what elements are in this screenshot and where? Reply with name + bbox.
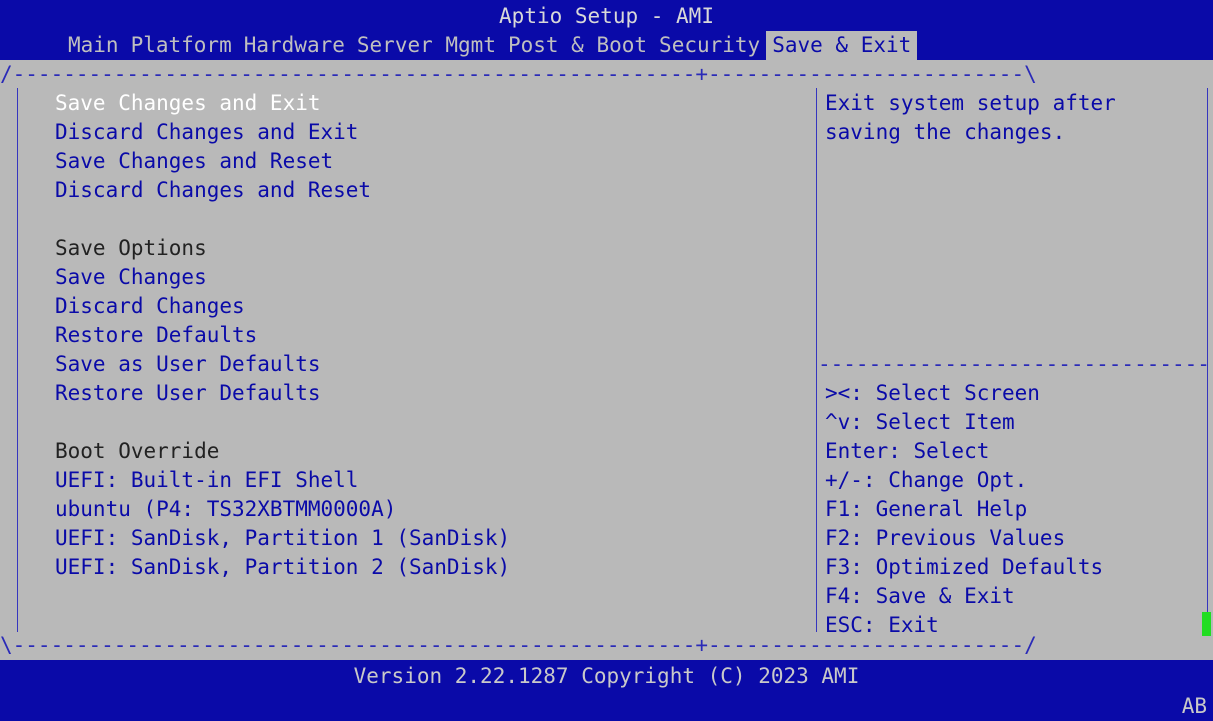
tab-post-boot[interactable]: Post & Boot <box>502 31 653 60</box>
tab-hardware[interactable]: Hardware <box>238 31 351 60</box>
menu-item-save-changes-and-reset[interactable]: Save Changes and Reset <box>55 147 795 176</box>
section-header-boot-override: Boot Override <box>55 439 220 463</box>
help-line: saving the changes. <box>825 120 1066 144</box>
menu-item-save-as-user-defaults[interactable]: Save as User Defaults <box>55 350 795 379</box>
menu-item-save-changes[interactable]: Save Changes <box>55 263 795 292</box>
boot-option-sandisk-partition-2[interactable]: UEFI: SanDisk, Partition 2 (SanDisk) <box>55 553 795 582</box>
section-header-save-options: Save Options <box>55 236 207 260</box>
key-hint-change-opt: +/-: Change Opt. <box>825 468 1028 492</box>
menu-item-restore-user-defaults[interactable]: Restore User Defaults <box>55 379 795 408</box>
boot-option-sandisk-partition-1[interactable]: UEFI: SanDisk, Partition 1 (SanDisk) <box>55 524 795 553</box>
menu-item-discard-changes-and-exit[interactable]: Discard Changes and Exit <box>55 118 795 147</box>
frame-left-border <box>17 88 24 632</box>
boot-option-ubuntu[interactable]: ubuntu (P4: TS32XBTMM0000A) <box>55 495 795 524</box>
tab-bar: Main Platform Hardware Server Mgmt Post … <box>62 31 918 60</box>
menu-item-save-changes-and-exit[interactable]: Save Changes and Exit <box>55 89 795 118</box>
help-text: Exit system setup after saving the chang… <box>825 89 1205 147</box>
tab-security[interactable]: Security <box>653 31 766 60</box>
key-hint-save-exit: F4: Save & Exit <box>825 584 1015 608</box>
key-hint-optimized-defaults: F3: Optimized Defaults <box>825 555 1104 579</box>
key-hint-esc-exit: ESC: Exit <box>825 613 939 637</box>
boot-option-efi-shell[interactable]: UEFI: Built-in EFI Shell <box>55 466 795 495</box>
corner-label: AB <box>1181 694 1207 718</box>
key-hint-previous-values: F2: Previous Values <box>825 526 1066 550</box>
frame-top-border: /---------------------------------------… <box>0 62 1037 86</box>
key-hint-enter-select: Enter: Select <box>825 439 990 463</box>
help-separator: ----------------------------------- <box>818 352 1210 376</box>
title-bar: Aptio Setup - AMI Main Platform Hardware… <box>0 0 1213 60</box>
tab-platform[interactable]: Platform <box>125 31 238 60</box>
setup-panel: /---------------------------------------… <box>0 60 1213 660</box>
app-title: Aptio Setup - AMI <box>499 4 714 28</box>
menu-spacer <box>55 205 795 234</box>
tab-save-exit[interactable]: Save & Exit <box>766 31 918 60</box>
tab-main[interactable]: Main <box>62 31 125 60</box>
cursor-block <box>1202 612 1211 636</box>
tab-server-mgmt[interactable]: Server Mgmt <box>351 31 502 60</box>
menu-item-discard-changes-and-reset[interactable]: Discard Changes and Reset <box>55 176 795 205</box>
menu-list: Save Changes and Exit Discard Changes an… <box>55 89 795 582</box>
key-legend: ><: Select Screen ^v: Select Item Enter:… <box>825 379 1205 640</box>
key-hint-select-screen: ><: Select Screen <box>825 381 1040 405</box>
menu-item-discard-changes[interactable]: Discard Changes <box>55 292 795 321</box>
menu-spacer <box>55 408 795 437</box>
help-line: Exit system setup after <box>825 91 1116 115</box>
version-text: Version 2.22.1287 Copyright (C) 2023 AMI <box>353 664 860 688</box>
status-bar: Version 2.22.1287 Copyright (C) 2023 AMI… <box>0 660 1213 718</box>
key-hint-select-item: ^v: Select Item <box>825 410 1015 434</box>
key-hint-general-help: F1: General Help <box>825 497 1028 521</box>
menu-item-restore-defaults[interactable]: Restore Defaults <box>55 321 795 350</box>
